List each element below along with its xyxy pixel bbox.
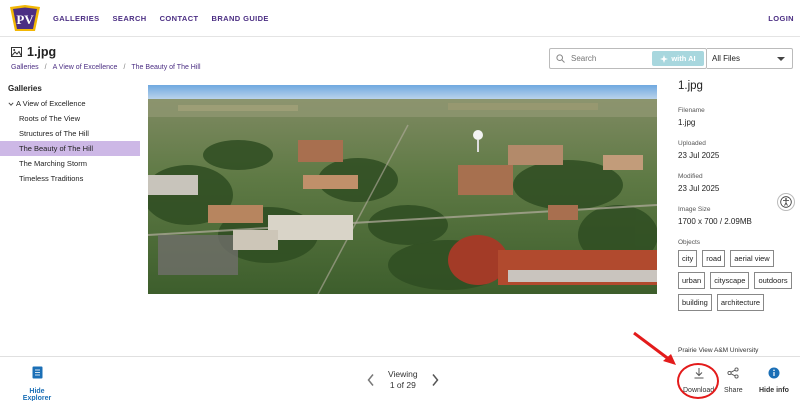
logo-text: PV: [16, 12, 34, 27]
tag-building[interactable]: building: [678, 294, 712, 311]
breadcrumb-galleries[interactable]: Galleries: [11, 64, 39, 71]
gallery-explorer: Galleries A View of Excellence Roots of …: [0, 82, 140, 186]
tag-road[interactable]: road: [702, 250, 726, 267]
red-circle-annotation: [677, 363, 719, 399]
top-navigation: PV GALLERIES SEARCH CONTACT BRAND GUIDE …: [0, 0, 800, 37]
viewing-label: Viewing: [388, 369, 418, 379]
hide-info-label: Hide info: [759, 387, 789, 394]
tree-root-label: A View of Excellence: [16, 99, 86, 108]
search-input[interactable]: [571, 54, 651, 63]
tree-item-marching-storm[interactable]: The Marching Storm: [0, 156, 140, 171]
nav-search[interactable]: SEARCH: [113, 14, 147, 23]
tag-urban[interactable]: urban: [678, 272, 706, 289]
university-logo[interactable]: PV: [8, 4, 42, 33]
tree-item-roots-of-the-view[interactable]: Roots of The View: [0, 111, 140, 126]
hide-explorer-button[interactable]: Hide Explorer: [15, 366, 59, 401]
red-arrow-annotation: [633, 331, 676, 365]
info-icon: [768, 367, 780, 379]
gallery-image[interactable]: [148, 85, 657, 294]
file-type-value: All Files: [712, 54, 741, 63]
tree-item-timeless-traditions[interactable]: Timeless Traditions: [0, 171, 140, 186]
breadcrumb-separator: /: [44, 64, 47, 71]
tree-item-beauty-of-the-hill[interactable]: The Beauty of The Hill: [0, 141, 140, 156]
chevron-down-icon: [777, 57, 785, 61]
uploaded-label: Uploaded: [678, 140, 706, 147]
hide-info-button[interactable]: Hide info: [759, 366, 789, 394]
breadcrumb: Galleries / A View of Excellence / The B…: [11, 64, 201, 71]
file-type-select[interactable]: All Files: [707, 48, 793, 69]
breadcrumb-view-of-excellence[interactable]: A View of Excellence: [53, 64, 118, 71]
chevron-down-icon[interactable]: [8, 101, 14, 107]
chevron-right-icon[interactable]: [430, 373, 440, 387]
modified-label: Modified: [678, 173, 703, 180]
search-with-ai-button[interactable]: with AI: [652, 51, 704, 66]
uploaded-value: 23 Jul 2025: [678, 151, 720, 160]
sparkle-icon: [660, 54, 669, 63]
share-icon: [727, 367, 739, 379]
tag-cityscape[interactable]: cityscape: [710, 272, 750, 289]
document-icon: [32, 366, 42, 379]
tree-item-structures-of-the-hill[interactable]: Structures of The Hill: [0, 126, 140, 141]
breadcrumb-beauty-of-the-hill[interactable]: The Beauty of The Hill: [131, 64, 200, 71]
share-label: Share: [724, 387, 743, 394]
pager-text: Viewing 1 of 29: [388, 369, 418, 391]
file-header: 1.jpg Galleries / A View of Excellence /…: [11, 45, 201, 71]
share-button[interactable]: Share: [724, 366, 743, 394]
image-size-label: Image Size: [678, 206, 711, 213]
main-nav: GALLERIES SEARCH CONTACT BRAND GUIDE: [53, 14, 269, 23]
nav-contact[interactable]: CONTACT: [160, 14, 199, 23]
object-tags: city road aerial view urban cityscape ou…: [678, 250, 793, 311]
tag-architecture[interactable]: architecture: [716, 294, 765, 311]
hide-explorer-label: Hide Explorer: [22, 388, 52, 401]
ai-button-label: with AI: [671, 54, 696, 63]
modified-value: 23 Jul 2025: [678, 184, 720, 193]
nav-brand-guide[interactable]: BRAND GUIDE: [212, 14, 269, 23]
breadcrumb-separator: /: [123, 64, 126, 71]
search-icon: [556, 54, 565, 63]
tree-root-view-of-excellence[interactable]: A View of Excellence: [0, 96, 140, 111]
image-source: Prairie View A&M University: [678, 347, 759, 354]
search-box: with AI: [549, 48, 707, 69]
tag-outdoors[interactable]: outdoors: [754, 272, 792, 289]
image-size-value: 1700 x 700 / 2.09MB: [678, 217, 752, 226]
accessibility-button[interactable]: [777, 193, 795, 211]
tag-city[interactable]: city: [678, 250, 698, 267]
objects-label: Objects: [678, 239, 701, 246]
tag-aerial-view[interactable]: aerial view: [730, 250, 774, 267]
filename-label: Filename: [678, 107, 705, 114]
page-title: 1.jpg: [27, 45, 57, 59]
pager: Viewing 1 of 29: [366, 369, 440, 391]
login-link[interactable]: LOGIN: [768, 14, 794, 23]
info-title: 1.jpg: [678, 80, 703, 92]
nav-galleries[interactable]: GALLERIES: [53, 14, 100, 23]
accessibility-icon: [780, 196, 792, 208]
chevron-left-icon[interactable]: [366, 373, 376, 387]
filename-value: 1.jpg: [678, 118, 696, 127]
explorer-title: Galleries: [8, 84, 42, 93]
page-position: 1 of 29: [389, 380, 416, 390]
info-panel: 1.jpg Filename 1.jpg Uploaded 23 Jul 202…: [678, 80, 793, 311]
image-icon: [11, 47, 22, 57]
